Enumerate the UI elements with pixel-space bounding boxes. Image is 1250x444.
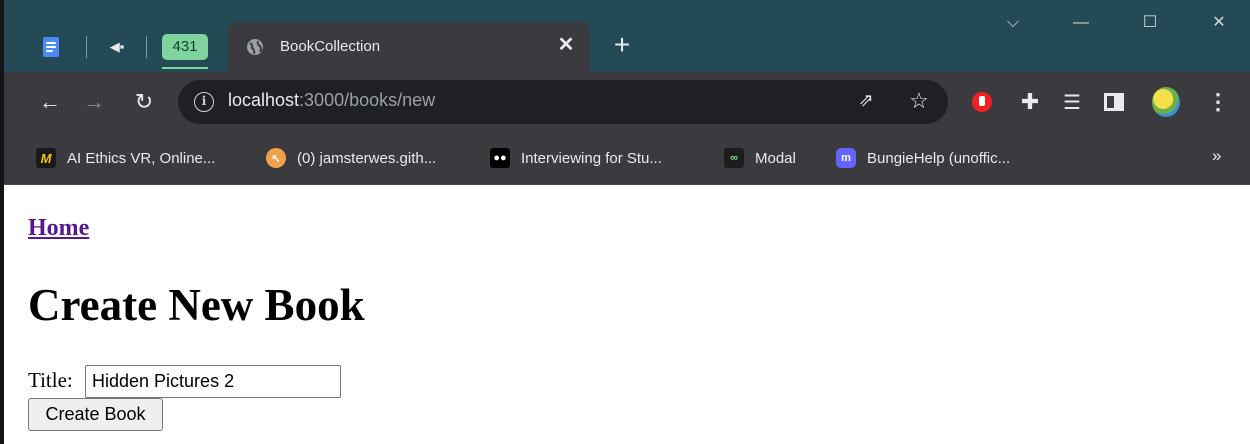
tab-separator [86,36,87,58]
speaker-icon: ◀▪ [109,39,125,54]
pinned-tab-docs[interactable] [40,30,62,64]
back-arrow-icon[interactable]: ← [34,86,66,118]
forward-arrow-icon[interactable]: → [78,86,110,118]
extensions-puzzle-icon[interactable]: ✚ [1016,88,1044,116]
url-text[interactable]: localhost:3000/books/new [228,90,435,111]
browser-toolbar: ← → ↻ i localhost:3000/books/new ⇗ ☆ ✚ ☰… [0,72,1250,132]
medium-favicon-icon: ●● [490,148,510,168]
maximize-button[interactable]: ☐ [1127,8,1173,38]
reading-list-icon[interactable]: ☰ [1058,88,1086,116]
tab-separator [146,36,147,58]
page-content: Home Create New Book Title: Create Book [28,185,1250,444]
title-label: Title: [28,368,73,392]
title-input[interactable] [85,365,341,398]
home-link[interactable]: Home [28,215,89,242]
bookmarks-overflow-chevron-icon[interactable]: » [1212,146,1221,166]
reload-icon[interactable]: ↻ [128,86,160,118]
bookmark-item[interactable]: M AI Ethics VR, Online... [36,146,215,170]
tab-group-underline [162,67,208,69]
tab-title: BookCollection [280,38,381,55]
cursor-favicon-icon: ↖ [266,148,286,168]
window-frame-left [0,0,4,444]
bookmark-item[interactable]: ↖ (0) jamsterwes.gith... [266,146,436,170]
share-icon[interactable]: ⇗ [854,90,878,114]
tab-badge-count: 431 [162,34,208,60]
pinned-tab-audio[interactable]: ◀▪ [104,30,130,64]
bookmark-item[interactable]: m BungieHelp (unoffic... [836,146,1010,170]
bookmark-label: Modal [755,149,796,167]
address-bar[interactable]: i localhost:3000/books/new ⇗ ☆ [178,80,948,124]
bookmark-star-icon[interactable]: ☆ [906,88,932,114]
url-host: localhost [228,90,300,110]
modal-favicon-icon: ∞ [724,148,744,168]
docs-icon [43,37,59,57]
pinned-tab-badge[interactable]: 431 [162,30,208,64]
new-tab-button[interactable]: + [606,30,638,62]
close-window-button[interactable]: ✕ [1196,8,1242,38]
more-menu-icon[interactable]: ⋮ [1204,88,1232,116]
globe-icon [247,39,263,55]
ai-ethics-favicon-icon: M [36,148,56,168]
url-path: :3000/books/new [299,90,436,110]
tab-search-dropdown-icon[interactable]: ⌵ [990,8,1036,38]
create-book-button[interactable]: Create Book [28,398,163,431]
adblock-extension-icon[interactable] [968,88,996,116]
side-panel-icon[interactable] [1100,88,1128,116]
close-tab-icon[interactable]: ✕ [554,33,578,57]
bookmark-item[interactable]: ●● Interviewing for Stu... [490,146,662,170]
page-title: Create New Book [28,280,365,330]
tab-bookcollection[interactable]: BookCollection ✕ [228,22,590,72]
bookmarks-bar: M AI Ethics VR, Online... ↖ (0) jamsterw… [0,132,1250,185]
tab-strip: ◀▪ 431 BookCollection ✕ + ⌵ — ☐ ✕ [0,0,1250,72]
mastodon-favicon-icon: m [836,148,856,168]
profile-avatar[interactable] [1152,87,1180,117]
site-info-icon[interactable]: i [194,92,214,112]
bookmark-label: (0) jamsterwes.gith... [297,149,437,167]
bookmark-label: Interviewing for Stu... [521,149,662,167]
minimize-button[interactable]: — [1058,8,1104,38]
bookmark-label: BungieHelp (unoffic... [867,149,1011,167]
bookmark-label: AI Ethics VR, Online... [67,149,216,167]
bookmark-item[interactable]: ∞ Modal [724,146,796,170]
